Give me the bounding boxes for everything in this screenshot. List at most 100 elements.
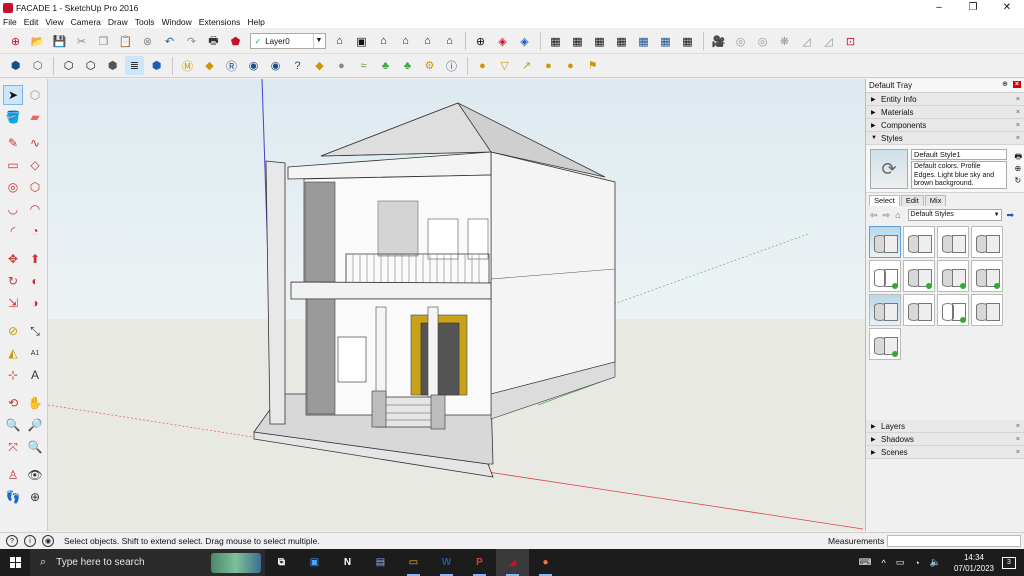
style-tile[interactable] bbox=[937, 294, 969, 326]
rotate-icon[interactable]: ↻ bbox=[3, 271, 23, 291]
offset-icon[interactable]: ◑ bbox=[25, 293, 45, 313]
move-icon[interactable]: ✥ bbox=[3, 249, 23, 269]
plugin-gear-icon[interactable]: ⚙ bbox=[420, 56, 439, 75]
geo-location-icon[interactable]: ? bbox=[6, 535, 18, 547]
eraser-icon[interactable]: ▰ bbox=[25, 107, 45, 127]
panel-entity-info[interactable]: ▶ Entity Info × bbox=[866, 93, 1024, 106]
store-icon[interactable]: ▣ bbox=[298, 549, 331, 576]
pan-icon[interactable]: ✋ bbox=[25, 393, 45, 413]
notion-icon[interactable]: N bbox=[331, 549, 364, 576]
hidden-line-icon[interactable]: ▦ bbox=[612, 32, 631, 51]
style-wire-icon[interactable]: ⬡ bbox=[28, 56, 47, 75]
close-icon[interactable]: × bbox=[1016, 135, 1020, 142]
minimize-button[interactable]: – bbox=[922, 0, 956, 15]
undo-icon[interactable]: ↶ bbox=[160, 32, 179, 51]
box-texture-icon[interactable]: ⬢ bbox=[147, 56, 166, 75]
new-file-icon[interactable]: ⊕ bbox=[6, 32, 25, 51]
plugin-tree2-icon[interactable]: ♣ bbox=[398, 56, 417, 75]
close-icon[interactable]: × bbox=[1016, 122, 1020, 129]
maximize-button[interactable]: ❐ bbox=[956, 0, 990, 15]
orbit-icon[interactable]: ⟲ bbox=[3, 393, 23, 413]
circle-icon[interactable]: ◎ bbox=[3, 177, 23, 197]
plugin-rt-icon[interactable]: ◉ bbox=[244, 56, 263, 75]
section-plane-icon[interactable]: ⊕ bbox=[471, 32, 490, 51]
help-icon[interactable]: ? bbox=[288, 56, 307, 75]
plugin-r-icon[interactable]: Ⓡ bbox=[222, 56, 241, 75]
layers-stack-icon[interactable]: ≣ bbox=[125, 56, 144, 75]
light-point-icon[interactable]: ● bbox=[561, 56, 580, 75]
right-view-icon[interactable]: ⌂ bbox=[396, 32, 415, 51]
menu-tools[interactable]: Tools bbox=[135, 17, 155, 27]
panel-styles[interactable]: ▼ Styles × bbox=[866, 132, 1024, 145]
menu-edit[interactable]: Edit bbox=[24, 17, 39, 27]
save-icon[interactable]: 💾 bbox=[50, 32, 69, 51]
plugin-m-icon[interactable]: Ⓜ bbox=[178, 56, 197, 75]
top-view-icon[interactable]: ▣ bbox=[352, 32, 371, 51]
close-button[interactable]: ✕ bbox=[990, 0, 1024, 15]
close-icon[interactable]: × bbox=[1016, 109, 1020, 116]
plugin-info-icon[interactable]: ⓘ bbox=[442, 56, 461, 75]
task-view-icon[interactable]: ⧉ bbox=[265, 549, 298, 576]
light-omni-icon[interactable]: ● bbox=[539, 56, 558, 75]
text-icon[interactable]: A1 bbox=[25, 343, 45, 363]
menu-view[interactable]: View bbox=[45, 17, 63, 27]
light-spot-icon[interactable]: ▽ bbox=[495, 56, 514, 75]
extension-warehouse-icon[interactable]: ◈ bbox=[515, 32, 534, 51]
select-arrow-icon[interactable]: ➤ bbox=[3, 85, 23, 105]
xray-icon[interactable]: ▦ bbox=[546, 32, 565, 51]
start-button[interactable] bbox=[0, 549, 30, 576]
clock[interactable]: 14:34 07/01/2023 bbox=[954, 552, 994, 574]
copy-icon[interactable]: ❐ bbox=[94, 32, 113, 51]
smoove-icon[interactable]: ◿ bbox=[819, 32, 838, 51]
tab-mix[interactable]: Mix bbox=[924, 195, 947, 206]
arc-icon[interactable]: ◡ bbox=[3, 199, 23, 219]
powerpoint-icon[interactable]: P bbox=[463, 549, 496, 576]
warehouse-icon[interactable]: ◈ bbox=[493, 32, 512, 51]
previous-view-icon[interactable]: 🔍 bbox=[25, 437, 45, 457]
measurements-input[interactable] bbox=[887, 535, 1021, 547]
panel-layers[interactable]: ▶ Layers × bbox=[866, 420, 1024, 433]
style-name-field[interactable]: Default Style1 bbox=[911, 149, 1007, 160]
open-folder-icon[interactable]: 📂 bbox=[28, 32, 47, 51]
menu-file[interactable]: File bbox=[3, 17, 17, 27]
home-icon[interactable]: ⌂ bbox=[895, 210, 900, 220]
menu-extensions[interactable]: Extensions bbox=[199, 17, 241, 27]
model-info-icon[interactable]: ⬟ bbox=[226, 32, 245, 51]
house-model[interactable] bbox=[48, 79, 865, 531]
style-thumbnail-icon[interactable]: ⟳ bbox=[870, 149, 908, 189]
close-icon[interactable]: × bbox=[1016, 423, 1020, 430]
look-around-icon[interactable]: 👁 bbox=[25, 465, 45, 485]
style-tile[interactable] bbox=[903, 226, 935, 258]
back-arrow-icon[interactable]: ⇦ bbox=[870, 210, 878, 221]
shaded-icon[interactable]: ▦ bbox=[634, 32, 653, 51]
volume-icon[interactable]: 🔈 bbox=[930, 557, 941, 568]
protractor-icon[interactable]: ◭ bbox=[3, 343, 23, 363]
make-component-icon[interactable]: ⬡ bbox=[25, 85, 45, 105]
zoom-window-icon[interactable]: 🔎 bbox=[25, 415, 45, 435]
back-view-icon[interactable]: ⌂ bbox=[418, 32, 437, 51]
details-arrow-icon[interactable]: ➡ bbox=[1007, 210, 1015, 221]
scale-icon[interactable]: ⇲ bbox=[3, 293, 23, 313]
plugin-tree-icon[interactable]: ♣ bbox=[376, 56, 395, 75]
style-tile[interactable] bbox=[903, 294, 935, 326]
credits-icon[interactable]: i bbox=[24, 535, 36, 547]
plugin-wave-icon[interactable]: ≈ bbox=[354, 56, 373, 75]
notification-center-icon[interactable]: 3 bbox=[1002, 556, 1016, 569]
left-view-icon[interactable]: ⌂ bbox=[440, 32, 459, 51]
style-tile[interactable] bbox=[971, 260, 1003, 292]
layer-dropdown[interactable]: ✓ Layer0 ▼ bbox=[249, 33, 326, 49]
style-tile[interactable] bbox=[869, 260, 901, 292]
box-wire-icon[interactable]: ⬡ bbox=[59, 56, 78, 75]
tape-measure-icon[interactable]: ⊘ bbox=[3, 321, 23, 341]
sandbox-icon[interactable]: ◿ bbox=[797, 32, 816, 51]
box-shaded-icon[interactable]: ⬢ bbox=[103, 56, 122, 75]
plugin-sphere-icon[interactable]: ● bbox=[332, 56, 351, 75]
plugin-tag-icon[interactable]: ◆ bbox=[200, 56, 219, 75]
plugin-tag2-icon[interactable]: ◆ bbox=[310, 56, 329, 75]
taskbar-search[interactable]: ⌕ Type here to search bbox=[30, 549, 265, 576]
pie-icon[interactable]: ◔ bbox=[25, 221, 45, 241]
word-icon[interactable]: W bbox=[430, 549, 463, 576]
fog-icon[interactable]: ◎ bbox=[731, 32, 750, 51]
close-icon[interactable]: × bbox=[1016, 96, 1020, 103]
close-icon[interactable]: × bbox=[1016, 449, 1020, 456]
